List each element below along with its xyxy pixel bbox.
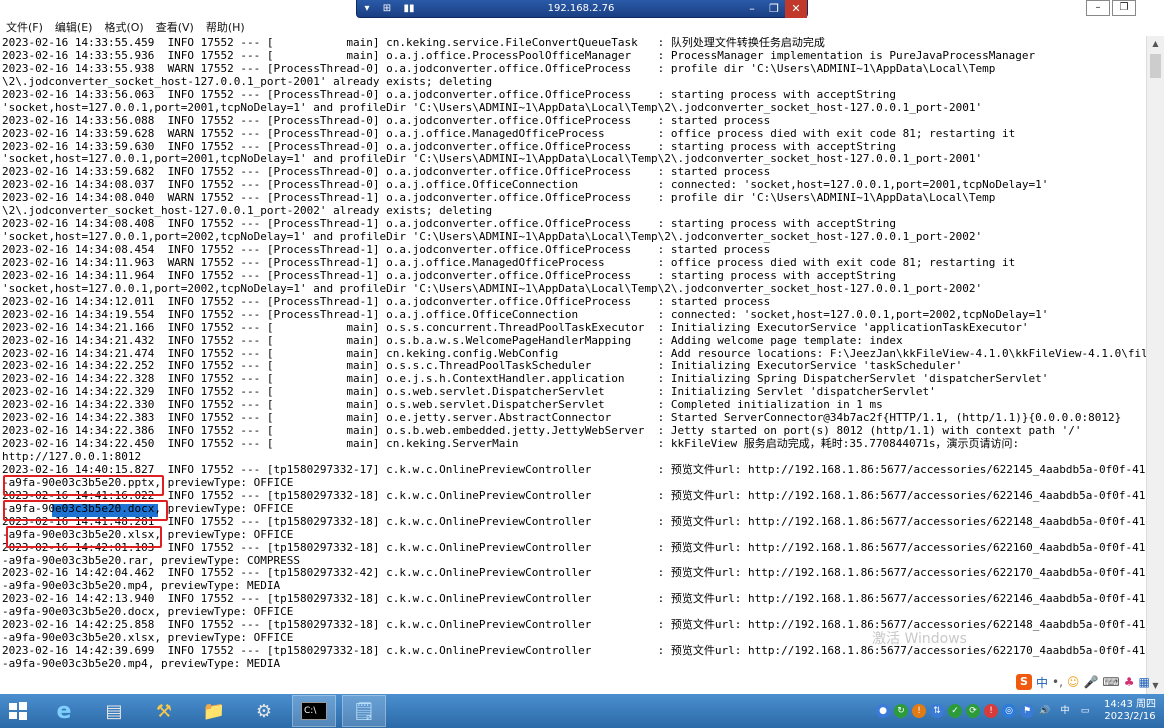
log-line: 2023-02-16 14:33:56.063 INFO 17552 --- [… [2,87,897,101]
log-line: 2023-02-16 14:40:15.827 INFO 17552 --- [… [2,462,1147,476]
cmd-icon[interactable]: C:\ [292,695,336,727]
microphone-icon[interactable]: 🎤 [1083,675,1098,689]
skin-icon[interactable]: ♣ [1124,675,1135,689]
log-line: \2\.jodconverter_socket_host-127.0.0.1_p… [2,74,493,88]
log-line: 2023-02-16 14:33:59.628 WARN 17552 --- [… [2,126,1016,140]
keyboard-icon[interactable]: ⌨ [1102,675,1119,689]
log-text-area[interactable]: 2023-02-16 14:33:55.459 INFO 17552 --- [… [2,37,1147,677]
menu-view[interactable]: 查看(V) [150,19,200,35]
tray-refresh-icon[interactable]: ↻ [894,704,908,718]
log-line: -a9fa-90e03c3b5e20.pptx, previewType: OF… [2,475,294,489]
tray-speaker-icon[interactable]: 🔊 [1038,704,1052,718]
close-icon[interactable]: ✕ [785,0,807,18]
window-controls: – ❐ [1084,0,1136,16]
tray-app-icon[interactable]: ● [876,704,890,718]
tools-icon[interactable]: ⚒ [142,695,186,727]
activation-watermark: 激活 Windows [872,631,967,647]
vertical-scrollbar[interactable]: ▲ ▼ [1146,36,1164,694]
log-line: 2023-02-16 14:42:01.103 INFO 17552 --- [… [2,540,1147,554]
sogou-logo-icon[interactable]: S [1016,674,1032,690]
log-line: 2023-02-16 14:34:08.454 INFO 17552 --- [… [2,243,771,256]
annotation-box-docx [3,500,168,521]
minimize-icon[interactable]: – [741,2,763,15]
log-line: 2023-02-16 14:34:21.432 INFO 17552 --- [… [2,333,903,347]
clock-date: 2023/2/16 [1104,711,1156,722]
log-line: 'socket,host=127.0.0.1,port=2002,tcpNoDe… [2,281,983,295]
log-line: 2023-02-16 14:34:19.554 INFO 17552 --- [… [2,307,1049,321]
log-line: 2023-02-16 14:34:22.450 INFO 17552 --- [… [2,437,1020,451]
annotation-box-pptx [3,475,164,496]
log-line: http://127.0.0.1:8012 [2,450,142,463]
log-line: -a9fa-90e03c3b5e20.mp4, previewType: MED… [2,657,281,670]
file-explorer-icon[interactable]: 📁 [192,695,236,727]
tray-flag-icon[interactable]: ⚑ [1020,704,1034,718]
log-line: 2023-02-16 14:34:11.963 WARN 17552 --- [… [2,255,1016,269]
window-minimize-button[interactable]: – [1086,0,1110,16]
tray-alert-icon[interactable]: ! [984,704,998,718]
log-line: 2023-02-16 14:34:21.166 INFO 17552 --- [… [2,320,1029,334]
scroll-up-icon[interactable]: ▲ [1147,36,1164,52]
notepad-icon[interactable]: 🗒 [342,695,386,727]
annotation-box-xlsx [6,526,162,548]
menu-format[interactable]: 格式(O) [98,19,149,35]
pushpin-icon[interactable]: ⊞ [377,3,397,14]
log-line: 2023-02-16 14:33:55.938 WARN 17552 --- [… [2,61,996,75]
console-window: ▾ ⊞ ▮▮ 192.168.2.76 – ❐ ✕ – ❐ 文件(F) 编辑(E… [0,0,1164,694]
system-tray: ● ↻ ! ⇅ ✓ ⟳ ! ◎ ⚑ 🔊 中 ▭ 14:43 周四 2023/2/… [876,694,1164,728]
window-restore-button[interactable]: ❐ [1112,0,1136,16]
log-line: 'socket,host=127.0.0.1,port=2001,tcpNoDe… [2,100,983,114]
log-line: 2023-02-16 14:34:11.964 INFO 17552 --- [… [2,268,897,282]
ime-toolbar: S 中 •, ☺ 🎤 ⌨ ♣ ▦ [1016,672,1150,692]
tray-shield-icon[interactable]: ✓ [948,704,962,718]
log-line: 2023-02-16 14:33:55.459 INFO 17552 --- [… [2,37,825,49]
log-line: -a9fa-90e03c3b5e20.xlsx, previewType: OF… [2,527,294,541]
log-line: 2023-02-16 14:41:48.281 INFO 17552 --- [… [2,514,1147,528]
tray-warning-icon[interactable]: ! [912,704,926,718]
signal-icon: ▮▮ [403,3,415,14]
toolbox-icon[interactable]: ▦ [1138,675,1149,689]
remote-desktop-bar: ▾ ⊞ ▮▮ 192.168.2.76 – ❐ ✕ [356,0,808,18]
ime-mode[interactable]: 中 [1036,674,1048,691]
tray-ime-icon[interactable]: 中 [1056,704,1074,718]
menu-edit[interactable]: 编辑(E) [49,19,99,35]
restore-icon[interactable]: ❐ [763,2,785,15]
clock[interactable]: 14:43 周四 2023/2/16 [1096,699,1164,723]
log-line: -a9fa-90e03c3b5e20.docx, previewType: OF… [2,501,294,515]
tray-globe-icon[interactable]: ◎ [1002,704,1016,718]
tray-network-icon[interactable]: ⇅ [930,704,944,718]
emoji-icon[interactable]: ☺ [1067,675,1080,689]
ie-icon[interactable]: e [42,695,86,727]
start-button[interactable] [0,695,36,727]
menu-help[interactable]: 帮助(H) [200,19,251,35]
clock-time: 14:43 周四 [1104,699,1156,710]
log-line: 2023-02-16 14:41:16.022 INFO 17552 --- [… [2,488,1147,502]
tray-monitor-icon[interactable]: ▭ [1078,704,1092,718]
punctuation-icon[interactable]: •, [1052,675,1063,689]
log-line: 2023-02-16 14:33:56.088 INFO 17552 --- [… [2,113,771,127]
menu-file[interactable]: 文件(F) [0,19,49,35]
scroll-thumb[interactable] [1150,54,1161,78]
log-line: 2023-02-16 14:33:55.936 INFO 17552 --- [… [2,48,1036,62]
tray-sync-icon[interactable]: ⟳ [966,704,980,718]
menu-bar: 文件(F) 编辑(E) 格式(O) 查看(V) 帮助(H) [0,18,1164,36]
server-manager-icon[interactable]: ▤ [92,695,136,727]
log-line: 2023-02-16 14:34:12.011 INFO 17552 --- [… [2,294,771,308]
windows-logo-icon [9,702,27,720]
services-icon[interactable]: ⚙ [242,695,286,727]
pin-icon[interactable]: ▾ [357,3,377,14]
remote-address: 192.168.2.76 [547,3,615,14]
